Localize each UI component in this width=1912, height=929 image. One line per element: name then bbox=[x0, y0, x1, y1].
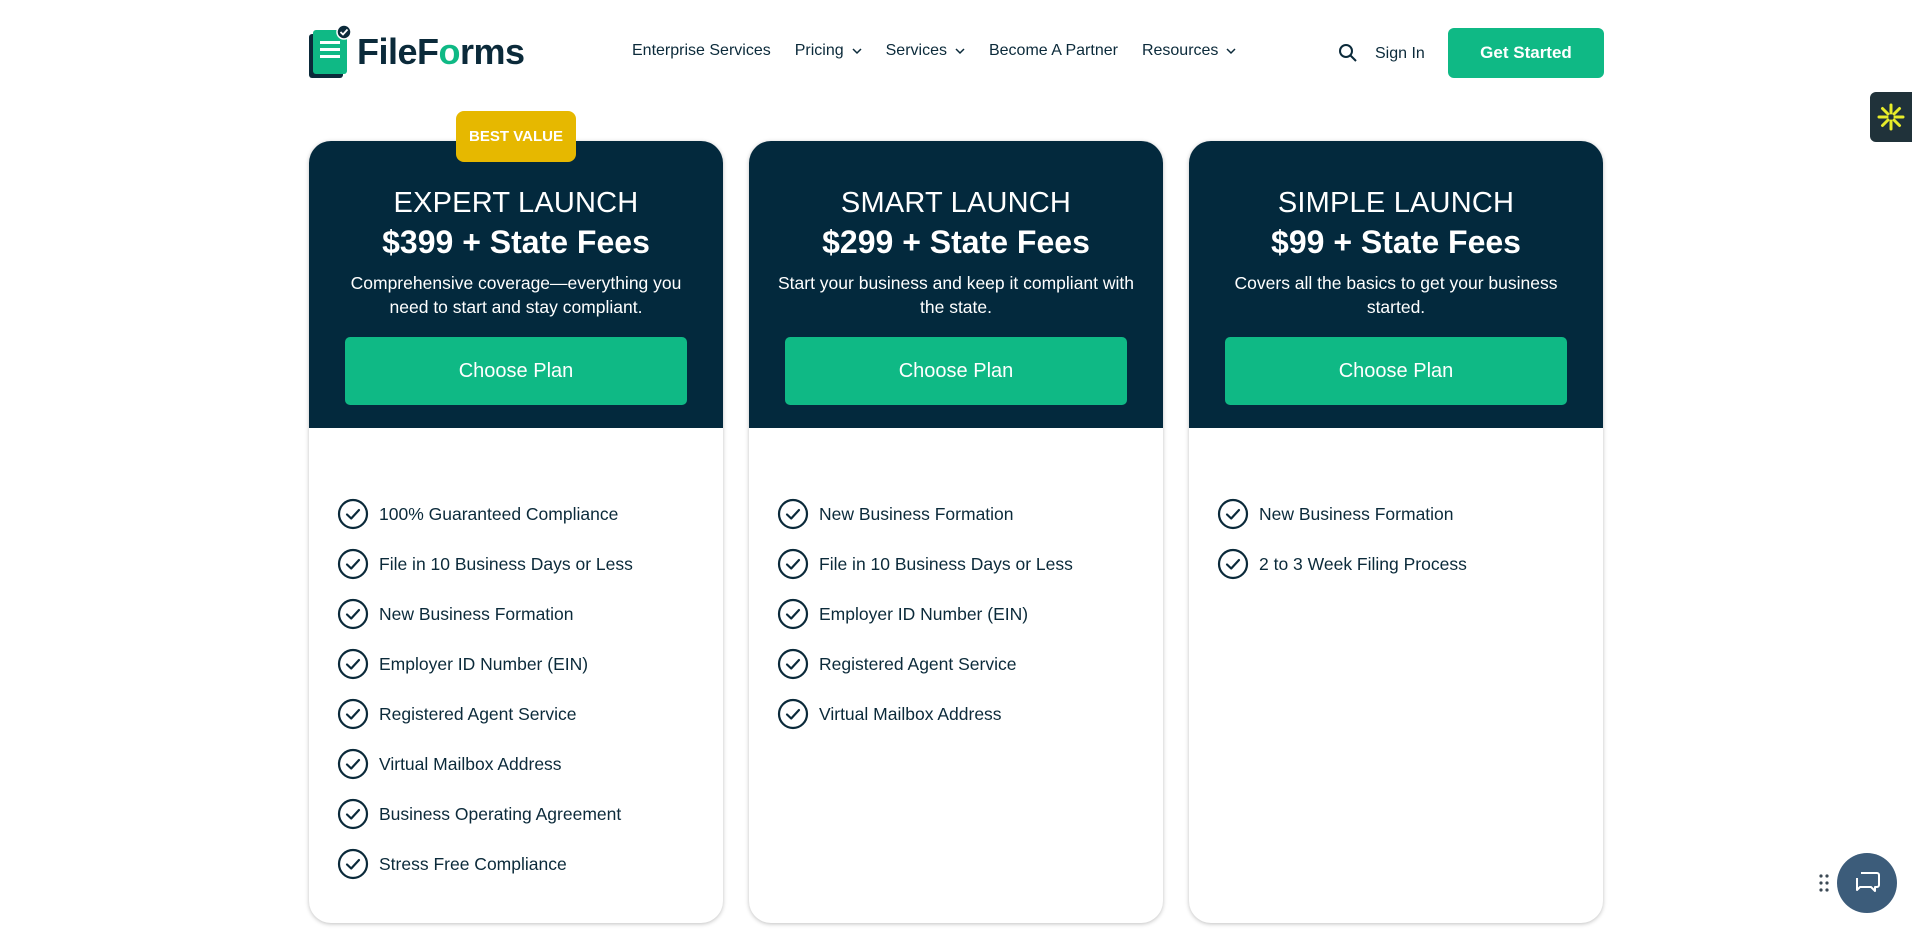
choose-plan-button[interactable]: Choose Plan bbox=[345, 337, 687, 405]
check-circle-icon bbox=[337, 598, 369, 630]
feature-item: File in 10 Business Days or Less bbox=[337, 539, 633, 589]
feature-list: New Business Formation File in 10 Busines… bbox=[777, 489, 1073, 739]
search-icon[interactable] bbox=[1338, 43, 1358, 63]
choose-plan-button[interactable]: Choose Plan bbox=[785, 337, 1127, 405]
plan-card-header: EXPERT LAUNCH $399 + State Fees Comprehe… bbox=[309, 141, 723, 428]
feature-item: Stress Free Compliance bbox=[337, 839, 633, 889]
check-circle-icon bbox=[337, 848, 369, 880]
feature-item: File in 10 Business Days or Less bbox=[777, 539, 1073, 589]
check-circle-icon bbox=[337, 548, 369, 580]
feature-label: 2 to 3 Week Filing Process bbox=[1259, 553, 1467, 574]
feature-item: Virtual Mailbox Address bbox=[777, 689, 1073, 739]
drag-handle-icon[interactable] bbox=[1818, 873, 1830, 893]
side-widget[interactable] bbox=[1870, 92, 1912, 142]
check-circle-icon bbox=[337, 498, 369, 530]
feature-label: Virtual Mailbox Address bbox=[819, 703, 1002, 724]
check-circle-icon bbox=[777, 498, 809, 530]
plan-price: $299 + State Fees bbox=[822, 224, 1090, 260]
feature-item: Employer ID Number (EIN) bbox=[777, 589, 1073, 639]
feature-label: File in 10 Business Days or Less bbox=[379, 553, 633, 574]
check-circle-icon bbox=[777, 698, 809, 730]
feature-item: Business Operating Agreement bbox=[337, 789, 633, 839]
chevron-down-icon bbox=[852, 48, 862, 55]
feature-label: Employer ID Number (EIN) bbox=[379, 653, 589, 674]
nav-enterprise-services[interactable]: Enterprise Services bbox=[632, 42, 771, 60]
nav-become-a-partner[interactable]: Become A Partner bbox=[989, 42, 1118, 60]
check-circle-icon bbox=[337, 748, 369, 780]
plan-name: SIMPLE LAUNCH bbox=[1277, 187, 1515, 219]
get-started-button[interactable]: Get Started bbox=[1448, 28, 1604, 78]
check-circle-icon bbox=[337, 798, 369, 830]
chat-button[interactable] bbox=[1837, 853, 1897, 913]
check-circle-icon bbox=[337, 698, 369, 730]
feature-item: New Business Formation bbox=[777, 489, 1073, 539]
chat-icon bbox=[1856, 872, 1880, 892]
feature-label: Business Operating Agreement bbox=[379, 803, 622, 824]
feature-item: New Business Formation bbox=[1217, 489, 1467, 539]
nav-resources[interactable]: Resources bbox=[1142, 42, 1236, 60]
feature-item: Registered Agent Service bbox=[777, 639, 1073, 689]
check-circle-icon bbox=[777, 598, 809, 630]
check-circle-icon bbox=[777, 548, 809, 580]
feature-label: New Business Formation bbox=[1259, 503, 1454, 524]
chevron-down-icon bbox=[1226, 48, 1236, 55]
plan-description: Covers all the basics to get your busine… bbox=[1234, 273, 1558, 317]
feature-item: 100% Guaranteed Compliance bbox=[337, 489, 633, 539]
nav-services[interactable]: Services bbox=[886, 42, 965, 60]
choose-plan-button[interactable]: Choose Plan bbox=[1225, 337, 1567, 405]
feature-list: 100% Guaranteed Compliance File in 10 Bus… bbox=[337, 489, 633, 889]
chevron-down-icon bbox=[955, 48, 965, 55]
plan-price: $399 + State Fees bbox=[382, 224, 650, 260]
plan-description: Start your business and keep it complian… bbox=[777, 273, 1134, 317]
feature-item: Registered Agent Service bbox=[337, 689, 633, 739]
plan-price: $99 + State Fees bbox=[1271, 224, 1521, 260]
feature-list: New Business Formation 2 to 3 Week Filing… bbox=[1217, 489, 1467, 589]
feature-label: File in 10 Business Days or Less bbox=[819, 553, 1073, 574]
feature-item: 2 to 3 Week Filing Process bbox=[1217, 539, 1467, 589]
plan-card-smart: SMART LAUNCH $299 + State Fees Start you… bbox=[749, 141, 1163, 923]
feature-item: New Business Formation bbox=[337, 589, 633, 639]
fileforms-logo[interactable]: FileForms bbox=[307, 22, 525, 82]
check-circle-icon bbox=[1217, 548, 1249, 580]
plan-card-simple: SIMPLE LAUNCH $99 + State Fees Covers al… bbox=[1189, 141, 1603, 923]
asterisk-icon bbox=[1877, 103, 1905, 131]
check-circle-icon bbox=[1217, 498, 1249, 530]
site-header: FileForms Enterprise Services Pricing Se… bbox=[0, 0, 1912, 110]
check-circle-icon bbox=[337, 648, 369, 680]
feature-label: Stress Free Compliance bbox=[379, 853, 567, 874]
main-nav: Enterprise Services Pricing Services Bec… bbox=[632, 42, 1236, 60]
plan-description: Comprehensive coverage—everything you ne… bbox=[350, 273, 682, 317]
feature-label: Registered Agent Service bbox=[819, 653, 1017, 674]
plan-card-header: SMART LAUNCH $299 + State Fees Start you… bbox=[749, 141, 1163, 428]
plan-card-header: SIMPLE LAUNCH $99 + State Fees Covers al… bbox=[1189, 141, 1603, 428]
sign-in-link[interactable]: Sign In bbox=[1375, 45, 1425, 63]
logo-wordmark: FileForms bbox=[357, 31, 525, 72]
feature-label: Registered Agent Service bbox=[379, 703, 577, 724]
feature-label: New Business Formation bbox=[819, 503, 1014, 524]
plan-card-expert: EXPERT LAUNCH $399 + State Fees Comprehe… bbox=[309, 141, 723, 923]
plan-name: SMART LAUNCH bbox=[840, 187, 1072, 219]
feature-item: Virtual Mailbox Address bbox=[337, 739, 633, 789]
best-value-badge: BEST VALUE bbox=[456, 111, 576, 162]
feature-label: Virtual Mailbox Address bbox=[379, 753, 562, 774]
check-circle-icon bbox=[777, 648, 809, 680]
feature-label: Employer ID Number (EIN) bbox=[819, 603, 1029, 624]
feature-label: New Business Formation bbox=[379, 603, 574, 624]
feature-label: 100% Guaranteed Compliance bbox=[379, 503, 619, 524]
nav-pricing[interactable]: Pricing bbox=[795, 42, 862, 60]
logo-document-icon bbox=[309, 24, 351, 78]
feature-item: Employer ID Number (EIN) bbox=[337, 639, 633, 689]
